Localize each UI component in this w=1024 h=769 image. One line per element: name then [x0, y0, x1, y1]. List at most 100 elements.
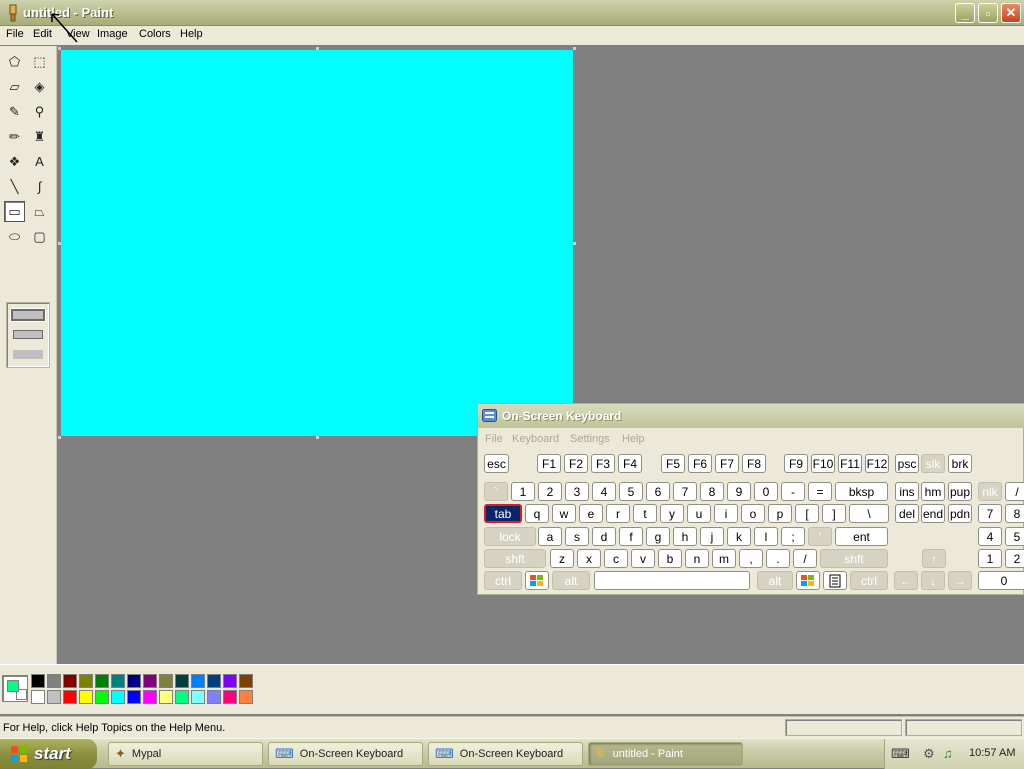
key-end[interactable]: end [921, 504, 945, 523]
key-d[interactable]: d [592, 527, 616, 546]
network-icon[interactable]: ⚙ [923, 746, 935, 762]
key-[[interactable]: [ [795, 504, 819, 523]
key-x[interactable]: x [577, 549, 601, 568]
key-9[interactable]: 9 [727, 482, 751, 501]
color-swatch[interactable] [95, 674, 109, 688]
key-/[interactable]: / [793, 549, 817, 568]
menu-key[interactable] [823, 571, 847, 590]
color-swatch[interactable] [239, 690, 253, 704]
key-7[interactable]: 7 [673, 482, 697, 501]
color-swatch[interactable] [239, 674, 253, 688]
canvas-resize-handle[interactable] [316, 436, 319, 439]
canvas-resize-handle[interactable] [58, 47, 61, 50]
keyboard-tray-icon[interactable]: ⌨ [891, 746, 910, 762]
key-F6[interactable]: F6 [688, 454, 712, 473]
key-↑[interactable]: ↑ [922, 549, 946, 568]
fill-style-outline-filled[interactable] [13, 330, 43, 339]
key-→[interactable]: → [948, 571, 972, 590]
key-2[interactable]: 2 [538, 482, 562, 501]
osk-menu-keyboard[interactable]: Keyboard [512, 433, 559, 445]
color-swatch[interactable] [175, 690, 189, 704]
key-alt[interactable]: alt [552, 571, 590, 590]
key-del[interactable]: del [895, 504, 919, 523]
drawing-canvas[interactable] [61, 50, 573, 436]
pick-color-icon[interactable]: ✎ [4, 101, 25, 122]
color-swatch[interactable] [63, 690, 77, 704]
start-button[interactable]: start [0, 739, 97, 769]
color-swatch[interactable] [175, 674, 189, 688]
key-1[interactable]: 1 [511, 482, 535, 501]
pencil-icon[interactable]: ✏ [4, 126, 25, 147]
key-pdn[interactable]: pdn [948, 504, 972, 523]
key-ctrl[interactable]: ctrl [484, 571, 522, 590]
key-y[interactable]: y [660, 504, 684, 523]
polygon-icon[interactable]: ⏢ [29, 201, 50, 222]
key-l[interactable]: l [754, 527, 778, 546]
color-swatch[interactable] [47, 690, 61, 704]
key-;[interactable]: ; [781, 527, 805, 546]
key-=[interactable]: = [808, 482, 832, 501]
key-←[interactable]: ← [894, 571, 918, 590]
close-button[interactable]: ✕ [1001, 3, 1021, 23]
color-swatch[interactable] [143, 674, 157, 688]
curve-icon[interactable]: ∫ [29, 176, 50, 197]
key-slk[interactable]: slk [921, 454, 945, 473]
key-f[interactable]: f [619, 527, 643, 546]
key-m[interactable]: m [712, 549, 736, 568]
space-key[interactable] [594, 571, 750, 590]
osk-menu-file[interactable]: File [485, 433, 503, 445]
color-swatch[interactable] [223, 674, 237, 688]
key-F7[interactable]: F7 [715, 454, 739, 473]
key-w[interactable]: w [552, 504, 576, 523]
volume-icon[interactable]: ♫ [943, 746, 953, 761]
clock[interactable]: 10:57 AM [969, 747, 1015, 759]
key-,[interactable]: , [739, 549, 763, 568]
key-z[interactable]: z [550, 549, 574, 568]
color-swatch[interactable] [159, 674, 173, 688]
fill-style-filled[interactable] [13, 350, 43, 359]
color-swatch[interactable] [31, 690, 45, 704]
key-][interactable]: ] [822, 504, 846, 523]
menu-help[interactable]: Help [180, 28, 203, 40]
key-a[interactable]: a [538, 527, 562, 546]
key-psc[interactable]: psc [895, 454, 919, 473]
key-F5[interactable]: F5 [661, 454, 685, 473]
key-ctrl[interactable]: ctrl [850, 571, 888, 590]
key-7[interactable]: 7 [978, 504, 1002, 523]
key-c[interactable]: c [604, 549, 628, 568]
key-h[interactable]: h [673, 527, 697, 546]
key-\[interactable]: \ [849, 504, 889, 523]
key-F9[interactable]: F9 [784, 454, 808, 473]
key-alt[interactable]: alt [757, 571, 793, 590]
key-hm[interactable]: hm [921, 482, 945, 501]
key-bksp[interactable]: bksp [835, 482, 888, 501]
select-icon[interactable]: ⬚ [29, 51, 50, 72]
key-'[interactable]: ' [808, 527, 832, 546]
key-3[interactable]: 3 [565, 482, 589, 501]
key-4[interactable]: 4 [592, 482, 616, 501]
brush-icon[interactable]: ♜ [29, 126, 50, 147]
taskbar-button-paint[interactable]: ♜ untitled - Paint [588, 742, 743, 766]
color-swatch[interactable] [47, 674, 61, 688]
color-swatch[interactable] [207, 690, 221, 704]
key-r[interactable]: r [606, 504, 630, 523]
fill-icon[interactable]: ◈ [29, 76, 50, 97]
key-0[interactable]: 0 [978, 571, 1024, 590]
color-swatch[interactable] [79, 674, 93, 688]
key-1[interactable]: 1 [978, 549, 1002, 568]
key-k[interactable]: k [727, 527, 751, 546]
key-j[interactable]: j [700, 527, 724, 546]
key-shft[interactable]: shft [820, 549, 888, 568]
key-v[interactable]: v [631, 549, 655, 568]
key-shft[interactable]: shft [484, 549, 546, 568]
foreground-color[interactable] [7, 680, 19, 692]
key-5[interactable]: 5 [619, 482, 643, 501]
canvas-resize-handle[interactable] [573, 242, 576, 245]
taskbar-button-osk-2[interactable]: ⌨ On-Screen Keyboard [428, 742, 583, 766]
rectangle-icon[interactable]: ▭ [4, 201, 25, 222]
key-nlk[interactable]: nlk [978, 482, 1002, 501]
key-ent[interactable]: ent [835, 527, 888, 546]
canvas-resize-handle[interactable] [573, 47, 576, 50]
ellipse-icon[interactable]: ⬭ [4, 226, 25, 247]
key-6[interactable]: 6 [646, 482, 670, 501]
